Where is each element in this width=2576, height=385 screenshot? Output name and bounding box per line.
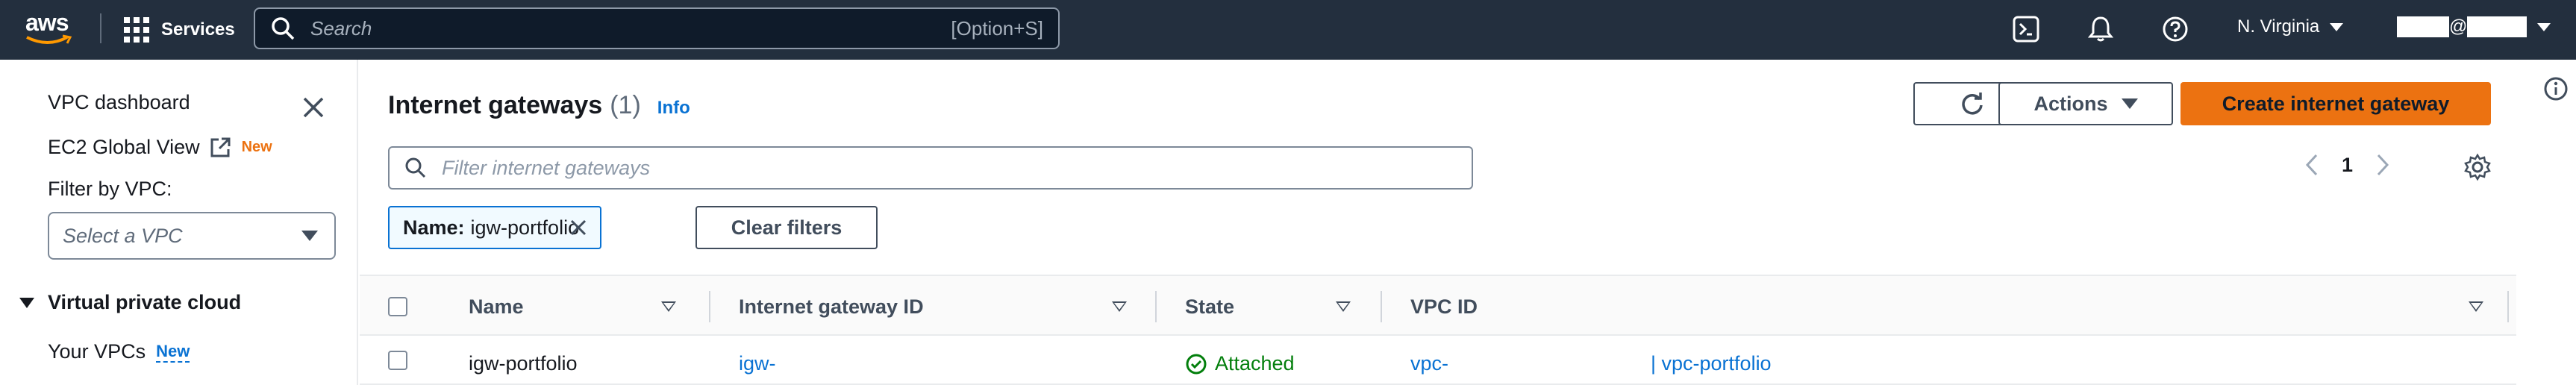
search-placeholder: Search — [310, 16, 372, 40]
column-divider[interactable] — [1155, 291, 1157, 322]
success-check-icon — [1186, 354, 1207, 374]
services-menu-button[interactable]: Services — [124, 15, 235, 45]
search-icon — [272, 17, 295, 40]
row-vpc-name-link[interactable]: | vpc-portfolio — [1651, 352, 1772, 375]
clear-filters-button[interactable]: Clear filters — [695, 206, 878, 249]
row-state: Attached — [1185, 352, 1295, 375]
filter-placeholder: Filter internet gateways — [442, 156, 651, 179]
item-count: (1) — [610, 91, 641, 119]
aws-smile-icon — [26, 34, 72, 44]
token-key: Name: — [403, 216, 465, 239]
column-divider[interactable] — [1381, 291, 1382, 322]
sort-icon[interactable] — [2469, 301, 2483, 312]
row-vpc-id-link[interactable]: vpc- — [1410, 352, 1448, 375]
actions-dropdown-button[interactable]: Actions — [1998, 82, 2173, 125]
services-grid-icon — [124, 17, 149, 43]
remove-token-icon[interactable] — [567, 216, 590, 239]
create-internet-gateway-button[interactable]: Create internet gateway — [2180, 82, 2491, 125]
sidebar-item-your-vpcs[interactable]: Your VPCs New — [48, 340, 190, 363]
column-header-vpc-id[interactable]: VPC ID — [1410, 295, 1478, 319]
new-badge: New — [156, 342, 190, 363]
search-shortcut-hint: [Option+S] — [951, 16, 1043, 40]
sidebar-section-virtual-private-cloud[interactable]: Virtual private cloud — [19, 291, 241, 314]
vpc-filter-select[interactable]: Select a VPC — [48, 212, 336, 260]
services-label: Services — [161, 19, 235, 40]
vpc-select-placeholder: Select a VPC — [63, 224, 183, 247]
redacted-account — [2467, 16, 2527, 37]
sort-icon[interactable] — [661, 301, 676, 312]
table-row[interactable]: igw-portfolio igw- Attached vpc- | vpc-p… — [360, 337, 2516, 385]
caret-down-icon — [301, 231, 318, 241]
info-panel-icon[interactable] — [2543, 76, 2569, 101]
sort-icon[interactable] — [1336, 301, 1351, 312]
new-badge: New — [241, 139, 272, 155]
column-header-name[interactable]: Name — [469, 295, 524, 319]
ec2-global-view-label: EC2 Global View — [48, 136, 200, 158]
close-icon[interactable] — [298, 93, 328, 122]
column-header-state[interactable]: State — [1185, 295, 1234, 319]
caret-down-icon — [2121, 98, 2138, 109]
expand-caret-icon — [19, 297, 34, 308]
sidebar-item-vpc-dashboard[interactable]: VPC dashboard — [48, 91, 190, 114]
section-title: Virtual private cloud — [48, 291, 242, 313]
main-content: Internet gateways (1) Info Actions Creat… — [360, 60, 2516, 385]
top-navigation-bar: aws Services Search [Option+S] N. Virgin… — [0, 0, 2576, 60]
info-link[interactable]: Info — [657, 98, 690, 119]
chevron-down-icon — [2537, 22, 2551, 31]
row-name: igw-portfolio — [469, 352, 578, 375]
column-divider[interactable] — [2507, 291, 2509, 322]
refresh-icon — [1962, 93, 1983, 115]
region-selector[interactable]: N. Virginia — [2237, 16, 2344, 37]
row-gateway-id-link[interactable]: igw- — [739, 352, 776, 375]
sidebar: VPC dashboard EC2 Global View New Filter… — [0, 60, 358, 385]
topbar-divider — [100, 13, 101, 43]
search-icon — [405, 157, 426, 178]
filter-input[interactable]: Filter internet gateways — [388, 146, 1473, 190]
gear-icon[interactable] — [2463, 152, 2492, 182]
sort-icon[interactable] — [1112, 301, 1127, 312]
table-header: Name Internet gateway ID State VPC ID — [360, 275, 2516, 336]
row-select-checkbox[interactable] — [388, 351, 407, 370]
external-link-icon — [210, 137, 231, 157]
state-label: Attached — [1215, 352, 1295, 375]
select-all-checkbox[interactable] — [388, 297, 407, 316]
column-header-internet-gateway-id[interactable]: Internet gateway ID — [739, 295, 924, 319]
filter-by-vpc-label: Filter by VPC: — [48, 178, 172, 200]
help-icon[interactable] — [2161, 15, 2189, 43]
column-divider[interactable] — [709, 291, 710, 322]
redacted-username — [2397, 16, 2449, 37]
chevron-left-icon[interactable] — [2303, 152, 2321, 178]
aws-logo[interactable]: aws — [25, 9, 76, 48]
actions-label: Actions — [2033, 92, 2108, 115]
sidebar-item-ec2-global-view[interactable]: EC2 Global View New — [48, 136, 272, 159]
global-search-input[interactable]: Search [Option+S] — [254, 7, 1060, 49]
account-at-sign: @ — [2449, 16, 2468, 37]
page-number[interactable]: 1 — [2342, 154, 2353, 177]
page-title: Internet gateways — [388, 91, 603, 119]
page-header: Internet gateways (1) Info — [388, 91, 690, 120]
notifications-bell-icon[interactable] — [2086, 15, 2115, 43]
filter-token: Name: igw-portfolio — [388, 206, 601, 249]
cloudshell-icon[interactable] — [2012, 15, 2040, 43]
chevron-right-icon[interactable] — [2374, 152, 2392, 178]
chevron-down-icon — [2330, 22, 2344, 31]
pagination: 1 — [2303, 152, 2392, 178]
your-vpcs-label: Your VPCs — [48, 340, 146, 363]
token-value: igw-portfolio — [470, 216, 580, 239]
account-menu[interactable]: @ — [2397, 16, 2551, 37]
region-label: N. Virginia — [2237, 16, 2320, 37]
aws-logo-text: aws — [25, 9, 69, 36]
